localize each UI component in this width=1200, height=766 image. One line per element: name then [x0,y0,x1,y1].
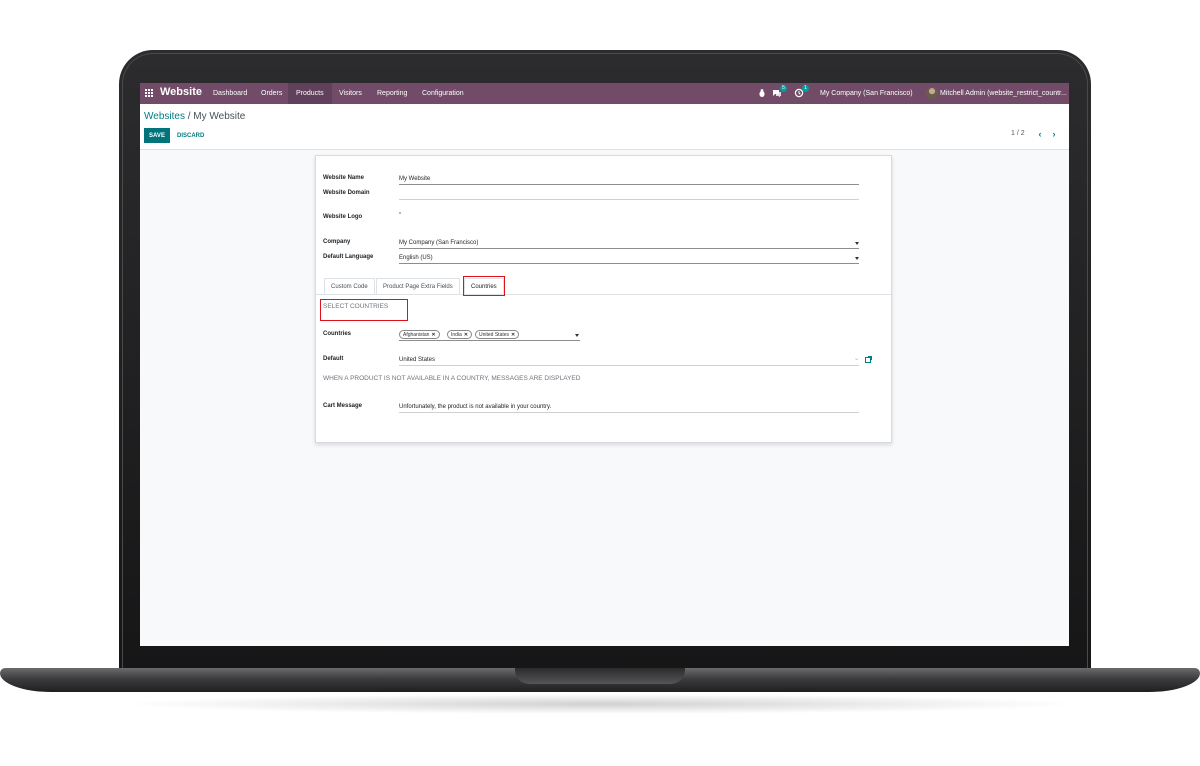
default-language-label: Default Language [323,254,374,260]
default-language-select[interactable]: English (US) [399,255,433,261]
form-sheet: Website Name My Website Website Domain W… [315,155,892,443]
control-panel: Websites / My Website SAVE DISCARD 1 / 2… [140,104,1069,150]
website-name-label: Website Name [323,175,364,181]
external-link-icon[interactable] [865,356,872,363]
remove-tag-icon[interactable]: ✕ [431,332,435,338]
messages-section-title: WHEN A PRODUCT IS NOT AVAILABLE IN A COU… [323,375,581,382]
top-navbar: Website Dashboard Orders Products Visito… [140,83,1069,104]
menu-configuration[interactable]: Configuration [414,83,472,104]
company-label: Company [323,239,351,245]
company-underline [399,248,859,249]
laptop-hinge-notch [515,668,685,684]
avatar[interactable] [926,87,938,99]
default-country-chevron-icon[interactable]: ⌄ [854,355,859,362]
activities-count-badge: 1 [802,85,809,92]
tab-product-page-extra-fields[interactable]: Product Page Extra Fields [376,278,460,294]
save-button[interactable]: SAVE [144,128,170,143]
default-country-underline [399,365,859,366]
country-tag[interactable]: Afghanistan ✕ [399,330,440,339]
tab-custom-code[interactable]: Custom Code [324,278,375,294]
default-language-underline [399,263,859,264]
remove-tag-icon[interactable]: ✕ [464,332,468,338]
country-tag[interactable]: India ✕ [447,330,473,339]
breadcrumb-current: My Website [193,111,246,122]
discard-button[interactable]: DISCARD [175,128,206,143]
countries-label: Countries [323,331,352,337]
cart-message-input[interactable]: Unfortunately, the product is not availa… [399,404,551,410]
countries-underline [399,340,580,341]
language-caret-icon[interactable] [855,257,859,260]
country-tag[interactable]: United States ✕ [475,330,520,339]
laptop-shadow [120,694,1080,714]
breadcrumb-separator: / [187,111,191,122]
country-tag-label: United States [479,332,510,338]
activity-clock-icon[interactable]: 1 [794,85,809,98]
cart-message-underline [399,412,859,413]
website-name-underline [399,184,859,185]
default-country-label: Default [323,356,344,362]
website-logo-image[interactable] [399,212,401,214]
website-logo-label: Website Logo [323,214,363,220]
breadcrumb: Websites / My Website [144,111,245,122]
remove-tag-icon[interactable]: ✕ [511,332,515,338]
bug-icon[interactable] [757,88,767,98]
pager-next-button[interactable]: › [1048,127,1060,141]
messages-count-badge: 5 [780,85,787,92]
menu-visitors[interactable]: Visitors [331,83,370,104]
messages-icon[interactable]: 5 [772,85,787,98]
user-menu[interactable]: Mitchell Admin (website_restrict_countr.… [940,83,1067,104]
company-select[interactable]: My Company (San Francisco) [399,240,478,246]
menu-orders[interactable]: Orders [253,83,290,104]
website-domain-label: Website Domain [323,190,370,196]
app-name[interactable]: Website [160,86,202,98]
section-highlight-box [320,299,408,321]
company-switcher[interactable]: My Company (San Francisco) [820,83,913,104]
company-caret-icon[interactable] [855,242,859,245]
tab-highlight-box [463,276,505,296]
apps-menu-icon[interactable] [145,89,153,97]
pager-value[interactable]: 1 / 2 [1011,130,1025,137]
pager-previous-button[interactable]: ‹ [1034,127,1046,141]
website-domain-underline [399,199,859,200]
website-name-input[interactable]: My Website [399,176,430,182]
cart-message-label: Cart Message [323,403,363,409]
menu-products[interactable]: Products [288,83,332,104]
breadcrumb-websites-link[interactable]: Websites [144,111,185,122]
country-tag-label: India [451,332,462,338]
screen: Website Dashboard Orders Products Visito… [140,83,1069,646]
menu-reporting[interactable]: Reporting [369,83,415,104]
countries-caret-icon[interactable] [575,334,579,337]
country-tag-label: Afghanistan [403,332,430,338]
menu-dashboard[interactable]: Dashboard [205,83,255,104]
default-country-select[interactable]: United States [399,357,435,363]
